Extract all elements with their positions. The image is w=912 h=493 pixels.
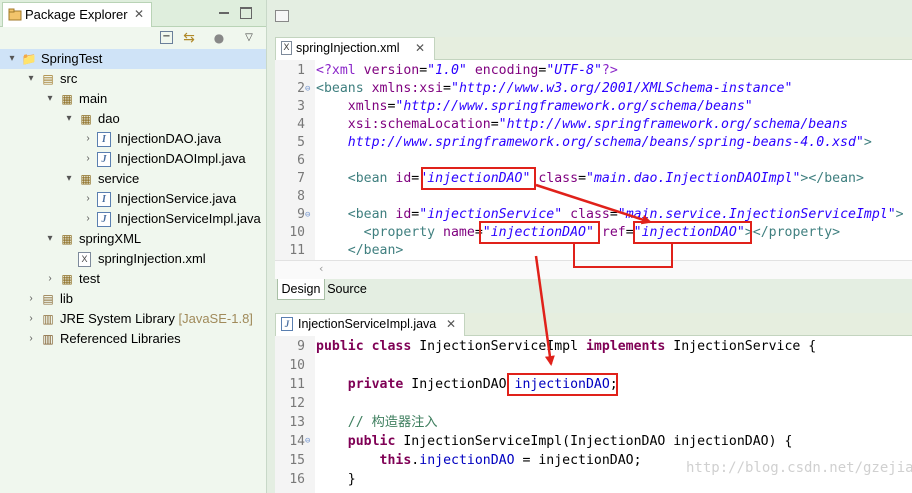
arrow-name-to-field [534, 255, 555, 366]
arrow-bean-to-ref [535, 183, 652, 225]
annotation-arrows [534, 183, 652, 366]
